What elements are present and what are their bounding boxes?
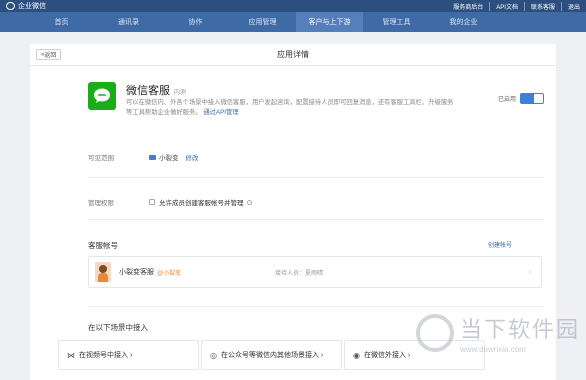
app-description: 可以在微信内、外各个场景中接入微信客服，用户发起咨询，配置接待人员即可回复消息，… <box>126 98 456 118</box>
dept-name: 小裂变 <box>159 155 179 162</box>
nav-tools[interactable]: 管理工具 <box>363 12 430 32</box>
nav-app-management[interactable]: 应用管理 <box>229 12 296 32</box>
wecom-logo-icon <box>6 2 15 10</box>
scene-label: 在公众号等微信内其他场景接入 › <box>220 352 324 359</box>
account-item[interactable]: 小裂变客服 @小裂变 接待人员：夏雨晴 › <box>88 256 542 288</box>
edit-visibility-link[interactable]: 修改 <box>186 152 199 162</box>
top-bar: 企业微信 服务商后台 API文档 联系客服 退出 <box>0 0 586 12</box>
help-icon[interactable] <box>246 199 252 205</box>
video-channel-icon: ⋈ <box>67 350 75 360</box>
watermark: 当下软件园 www.downxia.com <box>415 312 580 354</box>
top-link-api-docs[interactable]: API文档 <box>489 1 518 11</box>
official-account-icon: ◎ <box>210 350 217 360</box>
chevron-right-icon: › <box>528 268 531 276</box>
visibility-label: 可见范围 <box>88 155 114 162</box>
account-name: 小裂变客服 <box>119 269 154 276</box>
accounts-title: 客服帐号 <box>88 241 118 250</box>
divider <box>88 177 544 178</box>
card-header: « 返回 应用详情 <box>30 44 556 66</box>
create-account-link[interactable]: 创建帐号 <box>488 240 512 249</box>
scene-label: 在微信外接入 › <box>363 352 411 359</box>
account-staff: 接待人员：夏雨晴 <box>275 270 324 277</box>
scenes-title: 在以下场景中接入 <box>88 323 148 332</box>
nav-collab[interactable]: 协作 <box>162 12 229 32</box>
back-label: 返回 <box>44 53 57 59</box>
account-owner: @小裂变 <box>157 270 182 277</box>
enable-control: 已启用 <box>498 93 544 104</box>
top-links: 服务商后台 API文档 联系客服 退出 <box>453 1 580 11</box>
nav-contacts[interactable]: 通讯录 <box>95 12 162 32</box>
watermark-logo-icon <box>415 314 454 352</box>
enabled-label: 已启用 <box>497 97 516 103</box>
chat-bubble-icon <box>88 82 116 110</box>
visibility-dept: 小裂变 <box>149 152 179 162</box>
watermark-title: 当下软件园 <box>459 317 580 342</box>
allow-create-checkbox[interactable] <box>149 199 155 205</box>
nav-my-company[interactable]: 我的企业 <box>430 12 497 32</box>
app-description-text: 可以在微信内、外各个场景中接入微信客服，用户发起咨询，配置接待人员即可回复消息，… <box>126 99 454 116</box>
nav-customers[interactable]: 客户与上下游 <box>296 12 363 32</box>
main-nav: 首页 通讯录 协作 应用管理 客户与上下游 管理工具 我的企业 <box>0 12 586 32</box>
avatar <box>95 262 111 282</box>
enable-toggle[interactable] <box>520 93 544 104</box>
app-name-row: 微信客服 内测 <box>126 82 186 98</box>
nav-home[interactable]: 首页 <box>28 12 95 32</box>
toggle-knob <box>534 94 543 103</box>
scene-label: 在视频号中接入 › <box>79 352 133 359</box>
top-link-logout[interactable]: 退出 <box>560 1 580 11</box>
permission-row: 管理权限 允许成员创建客服帐号并管理 <box>88 197 252 207</box>
divider <box>88 306 544 307</box>
beta-tag: 内测 <box>174 90 187 96</box>
chat-icon: ◉ <box>353 350 360 360</box>
divider <box>88 219 544 220</box>
allow-create-label: 允许成员创建客服帐号并管理 <box>159 200 244 207</box>
brand[interactable]: 企业微信 <box>6 1 46 11</box>
brand-name: 企业微信 <box>18 3 46 10</box>
visibility-row: 可见范围 小裂变 修改 <box>88 152 199 162</box>
permission-label: 管理权限 <box>88 200 114 207</box>
folder-icon <box>149 154 156 160</box>
back-button[interactable]: « 返回 <box>36 49 62 60</box>
top-link-provider[interactable]: 服务商后台 <box>453 2 483 11</box>
scene-video-channel[interactable]: ⋈ 在视频号中接入 › <box>58 340 199 370</box>
watermark-url: www.downxia.com <box>459 345 526 354</box>
scene-official-account[interactable]: ◎ 在公众号等微信内其他场景接入 › <box>201 340 342 370</box>
page-title: 应用详情 <box>277 50 309 59</box>
top-link-contact[interactable]: 联系客服 <box>523 1 555 11</box>
api-manage-link[interactable]: 通过API管理 <box>203 109 238 116</box>
app-name: 微信客服 <box>126 85 170 97</box>
